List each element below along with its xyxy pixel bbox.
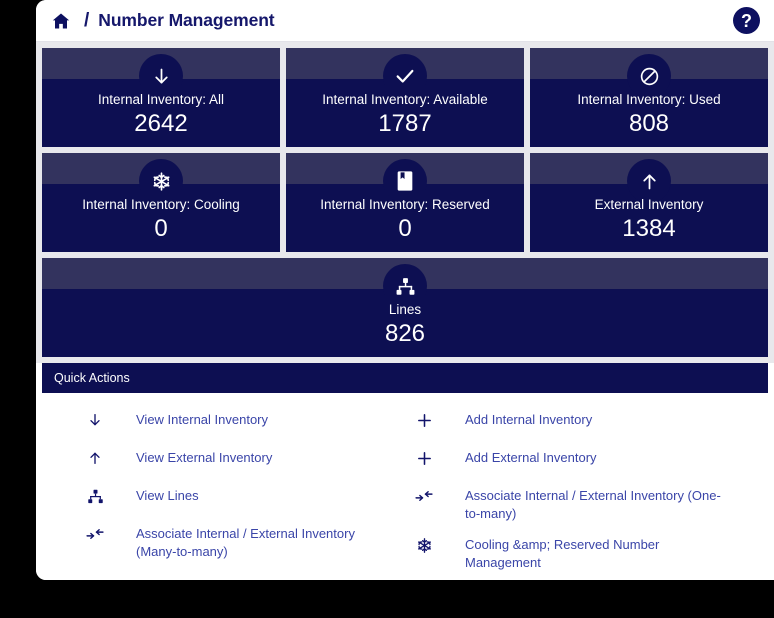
page-header: / Number Management ? [36, 0, 774, 42]
quick-action-view-internal-inventory[interactable]: View Internal Inventory [84, 411, 395, 429]
quick-action-label: Associate Internal / External Inventory … [136, 526, 355, 559]
kpi-tile-internal-reserved[interactable]: Internal Inventory: Reserved 0 [286, 153, 524, 252]
quick-actions-column-left: View Internal Inventory View External In… [42, 411, 405, 571]
home-icon[interactable] [48, 8, 74, 34]
quick-actions-body: View Internal Inventory View External In… [42, 393, 768, 580]
breadcrumb-separator: / [84, 10, 90, 31]
quick-action-label: View External Inventory [136, 450, 273, 465]
quick-action-label: View Lines [136, 488, 199, 503]
quick-action-add-external-inventory[interactable]: Add External Inventory [413, 449, 748, 467]
quick-action-cooling-reserved-management[interactable]: Cooling &amp; Reserved Number Management [413, 536, 748, 571]
kpi-tile-row-2: Internal Inventory: Cooling 0 Internal I… [42, 153, 768, 252]
tile-value: 2642 [134, 110, 188, 137]
quick-actions-title: Quick Actions [42, 363, 768, 393]
arrow-down-icon [84, 411, 106, 429]
snowflake-icon [413, 536, 435, 554]
tile-label: Internal Inventory: Used [577, 92, 721, 107]
page-panel: / Number Management ? Internal Inventory… [36, 0, 774, 580]
tile-label: External Inventory [594, 197, 704, 212]
associate-icon [84, 525, 106, 543]
help-icon[interactable]: ? [733, 7, 760, 34]
kpi-tile-lines[interactable]: Lines 826 [42, 258, 768, 357]
quick-action-label: Associate Internal / External Inventory … [465, 488, 721, 521]
kpi-tile-internal-cooling[interactable]: Internal Inventory: Cooling 0 [42, 153, 280, 252]
kpi-tile-internal-all[interactable]: Internal Inventory: All 2642 [42, 48, 280, 147]
tile-value: 808 [628, 110, 670, 137]
arrow-up-icon [84, 449, 106, 467]
plus-icon [413, 449, 435, 467]
tile-label: Internal Inventory: All [97, 92, 225, 107]
kpi-tile-row-3: Lines 826 [42, 258, 768, 357]
associate-icon [413, 487, 435, 505]
tile-label: Internal Inventory: Available [322, 92, 488, 107]
kpi-tiles-region: Internal Inventory: All 2642 Internal In… [36, 42, 774, 363]
quick-actions-column-right: Add Internal Inventory Add External Inve… [405, 411, 768, 571]
tile-label: Internal Inventory: Reserved [320, 197, 490, 212]
quick-action-label: Add External Inventory [465, 450, 597, 465]
quick-action-label: Add Internal Inventory [465, 412, 593, 427]
quick-action-view-external-inventory[interactable]: View External Inventory [84, 449, 395, 467]
quick-action-add-internal-inventory[interactable]: Add Internal Inventory [413, 411, 748, 429]
kpi-tile-internal-used[interactable]: Internal Inventory: Used 808 [530, 48, 768, 147]
quick-action-view-lines[interactable]: View Lines [84, 487, 395, 505]
tile-value: 0 [398, 215, 412, 242]
kpi-tile-row-1: Internal Inventory: All 2642 Internal In… [42, 48, 768, 147]
kpi-tile-external-inventory[interactable]: External Inventory 1384 [530, 153, 768, 252]
sitemap-icon [84, 487, 106, 505]
page-title: Number Management [98, 10, 275, 30]
tile-label: Lines [388, 302, 422, 317]
quick-action-label: Cooling &amp; Reserved Number Management [465, 537, 660, 570]
kpi-tile-internal-available[interactable]: Internal Inventory: Available 1787 [286, 48, 524, 147]
tile-label: Internal Inventory: Cooling [82, 197, 240, 212]
app-root: / Number Management ? Internal Inventory… [0, 0, 774, 618]
quick-action-associate-many-to-many[interactable]: Associate Internal / External Inventory … [84, 525, 395, 560]
tile-value: 1384 [622, 215, 676, 242]
tile-value: 826 [384, 320, 426, 347]
quick-action-label: View Internal Inventory [136, 412, 268, 427]
tile-value: 1787 [378, 110, 432, 137]
quick-action-associate-one-to-many[interactable]: Associate Internal / External Inventory … [413, 487, 748, 522]
tile-value: 0 [154, 215, 168, 242]
plus-icon [413, 411, 435, 429]
quick-actions-section: Quick Actions View Internal Inventory Vi… [36, 363, 774, 580]
